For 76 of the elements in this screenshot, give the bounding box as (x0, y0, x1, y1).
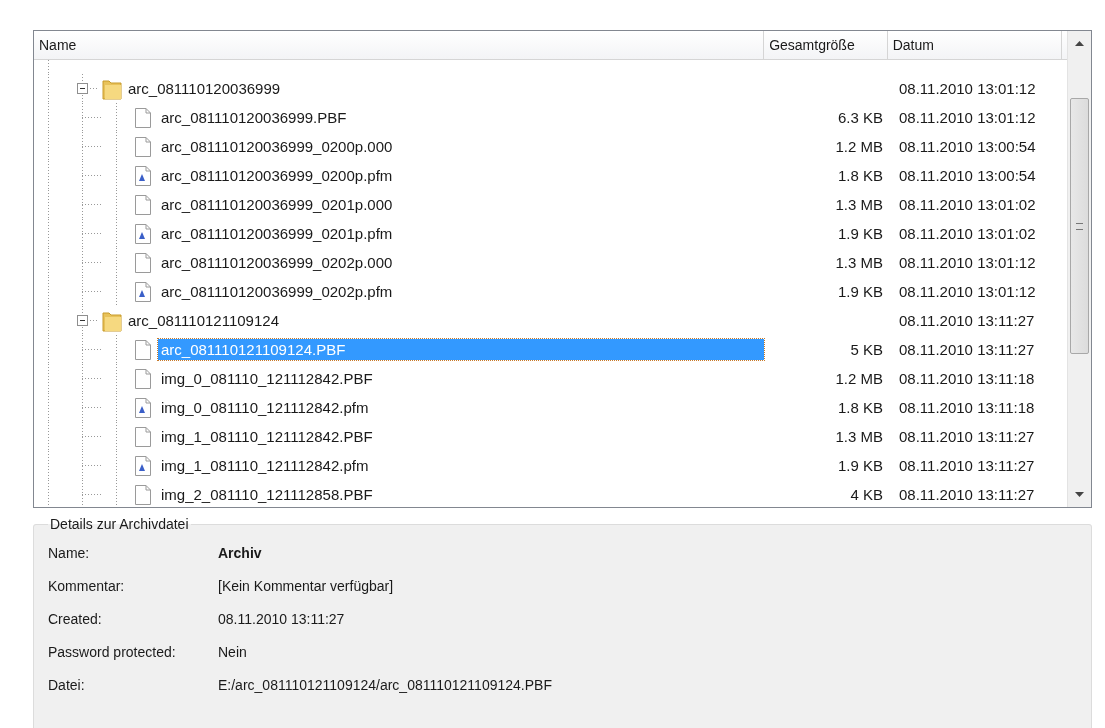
file-size: 1.3 MB (835, 428, 883, 445)
file-name[interactable]: arc_081110120036999_0201p.000 (158, 194, 396, 215)
file-name[interactable]: img_0_081110_121112842.PBF (158, 368, 376, 389)
file-name[interactable]: img_2_081110_121112858.PBF (158, 484, 376, 505)
document-icon (134, 454, 152, 477)
modified-date: 08.11.2010 13:00:54 (899, 138, 1036, 155)
modified-date: 08.11.2010 13:11:18 (899, 370, 1035, 387)
folder-name[interactable]: arc_081110120036999 (125, 78, 284, 99)
document-icon (134, 251, 152, 274)
document-icon (134, 280, 152, 303)
document-icon (134, 396, 152, 419)
file-size: 1.9 KB (837, 457, 883, 474)
file-name[interactable]: img_1_081110_121112842.PBF (158, 426, 376, 447)
modified-date: 08.11.2010 13:01:12 (899, 109, 1036, 126)
scroll-down-icon[interactable] (1075, 492, 1084, 497)
field-label: Name: (48, 544, 91, 561)
collapse-icon[interactable] (77, 83, 88, 94)
modified-date: 08.11.2010 13:11:27 (899, 341, 1035, 358)
field-label: Password protected: (48, 643, 177, 660)
file-size: 6.3 KB (837, 109, 883, 126)
file-name[interactable]: img_1_081110_121112842.pfm (158, 455, 372, 476)
field-label: Created: (48, 610, 103, 627)
modified-date: 08.11.2010 13:01:12 (899, 254, 1036, 271)
modified-date: 08.11.2010 13:11:27 (899, 312, 1035, 329)
folder-name[interactable]: arc_081110121109124 (125, 310, 282, 331)
file-size: 1.8 KB (837, 167, 883, 184)
field-value: Archiv (218, 544, 262, 561)
column-header[interactable]: Name (34, 31, 765, 59)
scroll-up-icon[interactable] (1075, 41, 1084, 46)
modified-date: 08.11.2010 13:01:12 (899, 80, 1036, 97)
modified-date: 08.11.2010 13:01:02 (899, 225, 1036, 242)
file-name[interactable]: arc_081110120036999_0200p.pfm (158, 165, 396, 186)
document-icon (134, 338, 152, 361)
file-name[interactable]: arc_081110120036999_0202p.pfm (158, 281, 396, 302)
document-icon (134, 164, 152, 187)
modified-date: 08.11.2010 13:01:12 (899, 283, 1036, 300)
field-label: Kommentar: (48, 577, 126, 594)
column-header[interactable]: Gesamtgröße (764, 31, 888, 59)
modified-date: 08.11.2010 13:11:27 (899, 486, 1035, 503)
field-value: Nein (218, 643, 247, 660)
document-icon (134, 425, 152, 448)
document-icon (134, 106, 152, 129)
field-label: Datei: (48, 676, 86, 693)
folder-icon (102, 309, 122, 332)
file-size: 1.8 KB (837, 399, 883, 416)
file-size: 1.9 KB (837, 283, 883, 300)
field-value: 08.11.2010 13:11:27 (218, 610, 345, 627)
file-name[interactable]: img_0_081110_121112842.pfm (158, 397, 372, 418)
field-value: E:/arc_081110121109124/arc_081110121109124.PBF (218, 676, 552, 693)
document-icon (134, 367, 152, 390)
group-title: Details zur Archivdatei (49, 516, 190, 532)
file-name[interactable]: arc_081110120036999_0200p.000 (158, 136, 396, 157)
file-size: 5 KB (850, 341, 883, 358)
field-value: [Kein Kommentar verfügbar] (218, 577, 394, 594)
modified-date: 08.11.2010 13:00:54 (899, 167, 1036, 184)
file-size: 1.9 KB (837, 225, 883, 242)
modified-date: 08.11.2010 13:11:18 (899, 399, 1035, 416)
file-size: 1.3 MB (835, 254, 883, 271)
file-name[interactable]: arc_081110120036999_0202p.000 (158, 252, 396, 273)
document-icon (134, 193, 152, 216)
file-size: 1.2 MB (835, 138, 883, 155)
file-name[interactable]: arc_081110120036999.PBF (158, 107, 350, 128)
collapse-icon[interactable] (77, 315, 88, 326)
modified-date: 08.11.2010 13:11:27 (899, 428, 1035, 445)
document-icon (134, 135, 152, 158)
document-icon (134, 222, 152, 245)
modified-date: 08.11.2010 13:11:27 (899, 457, 1035, 474)
vertical-scrollbar[interactable] (1067, 31, 1091, 507)
folder-icon (102, 77, 122, 100)
scroll-thumb[interactable] (1070, 98, 1089, 354)
file-size: 1.2 MB (835, 370, 883, 387)
file-size: 4 KB (850, 486, 883, 503)
file-size: 1.3 MB (835, 196, 883, 213)
column-header[interactable]: Datum (887, 31, 1062, 59)
file-name[interactable]: arc_081110120036999_0201p.pfm (158, 223, 396, 244)
modified-date: 08.11.2010 13:01:02 (899, 196, 1036, 213)
